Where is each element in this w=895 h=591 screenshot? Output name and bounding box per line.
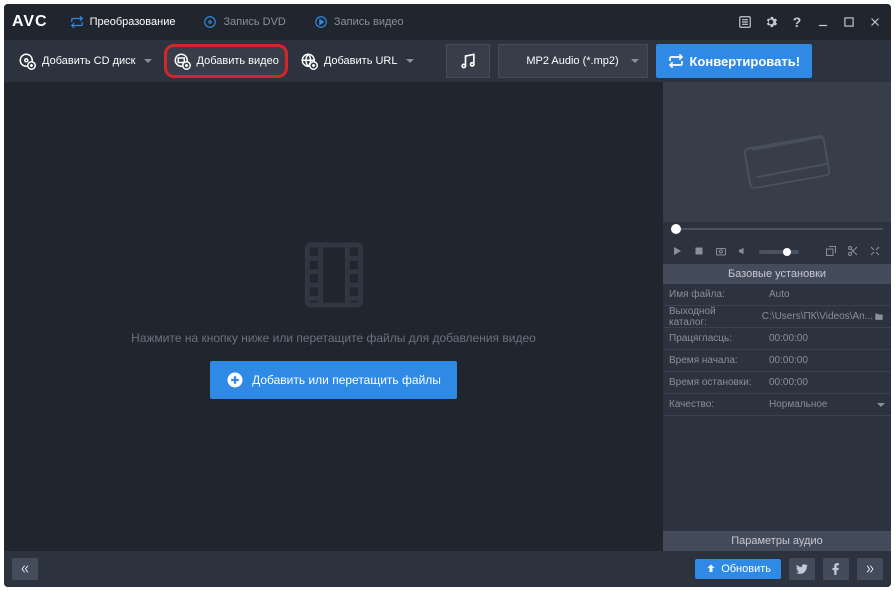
setting-quality: Качество: Нормальное — [663, 394, 891, 416]
settings-header: Базовые установки — [663, 264, 891, 284]
convert-icon — [70, 15, 84, 29]
collapse-left-button[interactable] — [12, 558, 38, 580]
audio-params-button[interactable]: Параметры аудио — [663, 531, 891, 551]
tab-dvd-label: Запись DVD — [223, 16, 285, 28]
chevron-down-icon — [406, 59, 414, 63]
folder-icon[interactable] — [873, 312, 885, 322]
play-icon[interactable] — [671, 245, 685, 259]
settings-table: Имя файла: Auto Выходной каталог: C:\Use… — [663, 284, 891, 531]
minimize-icon[interactable] — [815, 14, 831, 30]
duration-value: 00:00:00 — [763, 333, 891, 344]
titlebar-controls: ? — [737, 14, 883, 30]
start-value[interactable]: 00:00:00 — [763, 355, 891, 366]
update-label: Обновить — [721, 563, 771, 575]
volume-slider[interactable] — [759, 250, 799, 254]
film-add-icon — [173, 52, 191, 70]
add-url-button[interactable]: Добавить URL — [292, 44, 422, 78]
format-select[interactable]: MP2 Audio (*.mp2) — [498, 44, 648, 78]
music-note-icon — [458, 51, 478, 71]
add-files-label: Добавить или перетащить файлы — [252, 373, 441, 387]
app-window: AVC Преобразование Запись DVD Запись вид… — [4, 4, 891, 587]
setting-start: Время начала: 00:00:00 — [663, 350, 891, 372]
volume-thumb[interactable] — [783, 248, 791, 256]
add-cd-button[interactable]: Добавить CD диск — [10, 44, 160, 78]
filename-value[interactable]: Auto — [763, 289, 891, 300]
toolbar: Добавить CD диск Добавить видео Добавить… — [4, 40, 891, 82]
disc-add-icon — [18, 52, 36, 70]
setting-stop: Время остановки: 00:00:00 — [663, 372, 891, 394]
sidebar: Базовые установки Имя файла: Auto Выходн… — [663, 82, 891, 551]
collapse-right-button[interactable] — [857, 558, 883, 580]
plus-circle-icon — [226, 371, 244, 389]
refresh-icon — [668, 53, 684, 69]
help-icon[interactable]: ? — [789, 14, 805, 30]
format-label: MP2 Audio (*.mp2) — [526, 55, 618, 67]
tab-dvd[interactable]: Запись DVD — [189, 4, 299, 40]
play-icon — [314, 15, 328, 29]
expand-icon[interactable] — [869, 245, 883, 259]
volume-icon[interactable] — [737, 245, 751, 259]
up-arrow-icon — [705, 563, 717, 575]
stop-label: Время остановки: — [663, 377, 763, 388]
seek-track — [671, 228, 883, 230]
titlebar: AVC Преобразование Запись DVD Запись вид… — [4, 4, 891, 40]
globe-add-icon — [300, 52, 318, 70]
chevron-down-icon — [631, 59, 639, 63]
add-video-button[interactable]: Добавить видео — [164, 44, 288, 78]
main-area: Нажмите на кнопку ниже или перетащите фа… — [4, 82, 891, 551]
quality-value[interactable]: Нормальное — [763, 399, 891, 410]
close-icon[interactable] — [867, 14, 883, 30]
facebook-button[interactable] — [823, 558, 849, 580]
twitter-button[interactable] — [789, 558, 815, 580]
maximize-icon[interactable] — [841, 14, 857, 30]
menu-icon[interactable] — [737, 14, 753, 30]
player-controls — [663, 240, 891, 264]
seek-bar[interactable] — [663, 222, 891, 240]
scissors-icon[interactable] — [847, 245, 861, 259]
add-url-label: Добавить URL — [324, 55, 398, 67]
setting-filename: Имя файла: Auto — [663, 284, 891, 306]
quality-label: Качество: — [663, 399, 763, 410]
snapshot-icon[interactable] — [715, 245, 729, 259]
chevron-down-icon — [877, 403, 885, 407]
add-cd-label: Добавить CD диск — [42, 55, 136, 67]
film-placeholder-icon — [294, 235, 374, 315]
disc-icon — [203, 15, 217, 29]
bottombar: Обновить — [4, 551, 891, 587]
drop-hint: Нажмите на кнопку ниже или перетащите фа… — [131, 331, 536, 345]
app-logo: AVC — [12, 13, 48, 31]
tab-record-label: Запись видео — [334, 16, 404, 28]
duration-label: Працягласць: — [663, 333, 763, 344]
seek-thumb[interactable] — [671, 224, 681, 234]
filmstrip-icon — [727, 122, 827, 182]
output-value[interactable]: C:\Users\ПК\Videos\An... — [756, 311, 891, 322]
chevron-down-icon — [144, 59, 152, 63]
gear-icon[interactable] — [763, 14, 779, 30]
main-tabs: Преобразование Запись DVD Запись видео — [56, 4, 737, 40]
output-label: Выходной каталог: — [663, 306, 756, 328]
add-files-button[interactable]: Добавить или перетащить файлы — [210, 361, 457, 399]
setting-duration: Працягласць: 00:00:00 — [663, 328, 891, 350]
setting-output: Выходной каталог: C:\Users\ПК\Videos\An.… — [663, 306, 891, 328]
start-label: Время начала: — [663, 355, 763, 366]
filename-label: Имя файла: — [663, 289, 763, 300]
tab-convert[interactable]: Преобразование — [56, 4, 190, 40]
preview-pane — [663, 82, 891, 222]
convert-button[interactable]: Конвертировать! — [656, 44, 813, 78]
convert-label: Конвертировать! — [690, 54, 801, 69]
popout-icon[interactable] — [825, 245, 839, 259]
tab-convert-label: Преобразование — [90, 16, 176, 28]
stop-icon[interactable] — [693, 245, 707, 259]
drop-area[interactable]: Нажмите на кнопку ниже или перетащите фа… — [4, 82, 663, 551]
update-button[interactable]: Обновить — [695, 559, 781, 579]
tab-record[interactable]: Запись видео — [300, 4, 418, 40]
add-video-label: Добавить видео — [197, 55, 279, 67]
stop-value[interactable]: 00:00:00 — [763, 377, 891, 388]
music-format-button[interactable] — [446, 44, 490, 78]
